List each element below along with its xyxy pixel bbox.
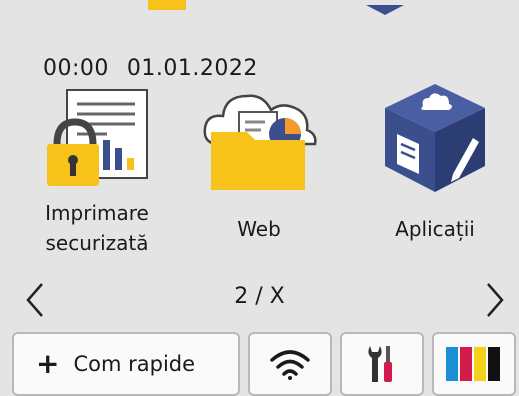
shortcuts-button[interactable]: + Com rapide (12, 332, 240, 396)
previous-row-tile-edge (366, 0, 404, 15)
tile-label: Imprimare securizată (45, 201, 149, 255)
wifi-icon (270, 350, 310, 380)
ink-cartridges-icon (446, 347, 500, 381)
plus-icon: + (36, 347, 60, 380)
settings-button[interactable] (340, 332, 424, 396)
tools-icon (368, 346, 392, 382)
tile-secure-print[interactable]: Imprimare securizată (22, 82, 172, 282)
page-navigation: 2 / X (0, 280, 519, 320)
tile-label: Web (237, 217, 281, 241)
tile-apps[interactable]: Aplicații (360, 82, 510, 282)
secure-print-icon (37, 82, 157, 194)
ink-button[interactable] (432, 332, 516, 396)
tile-label: Aplicații (395, 217, 475, 241)
shortcuts-label: Com rapide (73, 352, 196, 376)
tile-web[interactable]: Web (184, 82, 334, 282)
page-indicator: 2 / X (234, 284, 285, 309)
apps-cube-icon (375, 82, 495, 194)
status-bar: 00:00 01.01.2022 (28, 31, 258, 81)
current-date: 01.01.2022 (126, 56, 258, 81)
previous-row-tile-edge (148, 0, 186, 10)
wifi-button[interactable] (248, 332, 332, 396)
chevron-right-icon[interactable] (478, 280, 518, 320)
clock-time: 00:00 (43, 56, 109, 81)
web-folder-icon (199, 82, 319, 194)
bottom-toolbar: + Com rapide (0, 332, 519, 396)
